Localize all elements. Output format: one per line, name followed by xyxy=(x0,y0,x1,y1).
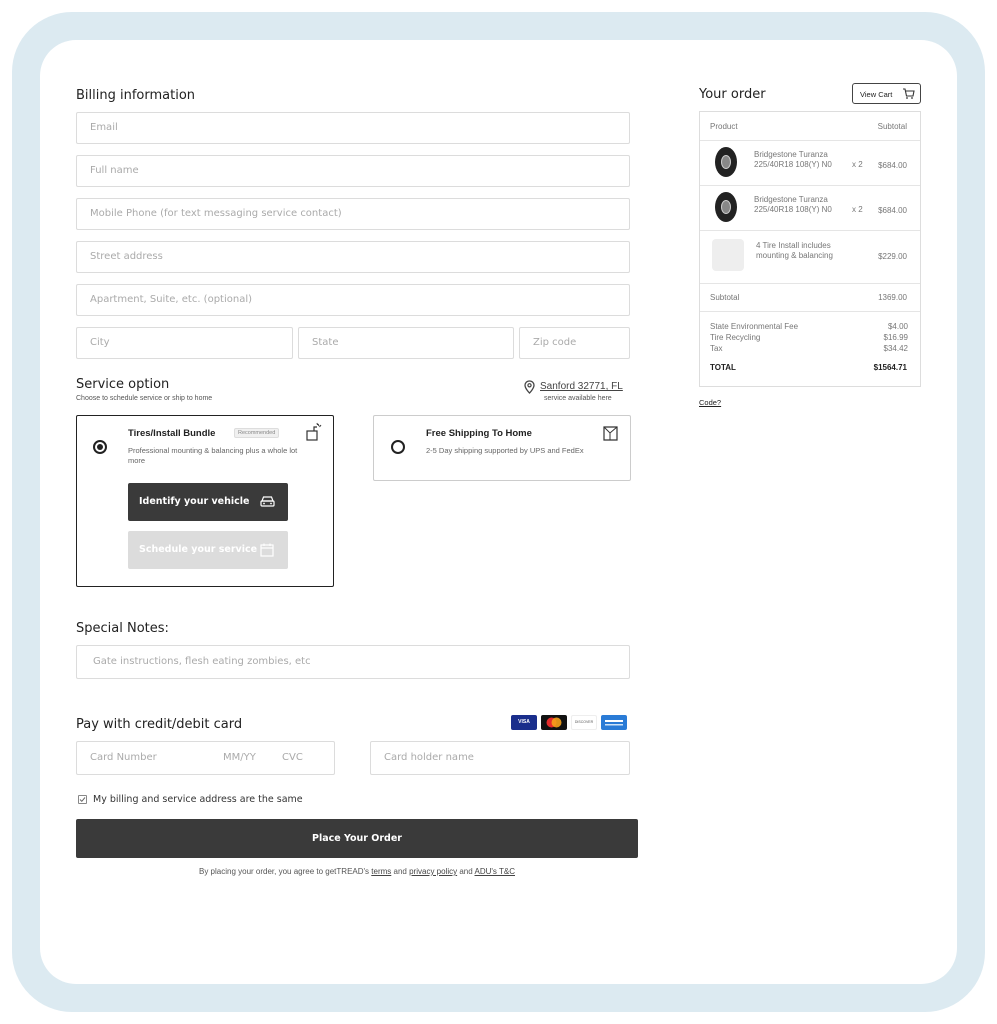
place-order-button[interactable]: Place Your Order xyxy=(76,819,638,858)
item-price: $684.00 xyxy=(878,161,907,170)
fees-list: State Environmental Fee $4.00 Tire Recyc… xyxy=(710,321,908,354)
col-product: Product xyxy=(710,122,738,131)
street-field[interactable]: Street address xyxy=(76,241,630,273)
subtotal-value: 1369.00 xyxy=(878,293,907,302)
phone-field[interactable]: Mobile Phone (for text messaging service… xyxy=(76,198,630,230)
terms-link[interactable]: terms xyxy=(371,867,391,876)
location-link[interactable]: Sanford 32771, FL xyxy=(540,381,623,392)
privacy-link[interactable]: privacy policy xyxy=(409,867,457,876)
option-install-desc: Professional mounting & balancing plus a… xyxy=(128,446,298,465)
visa-card-icon: VISA xyxy=(511,715,537,730)
cart-icon xyxy=(902,87,915,102)
item-name: Bridgestone Turanza 225/40R18 108(Y) N0 xyxy=(754,150,832,169)
payment-title: Pay with credit/debit card xyxy=(76,717,243,732)
legal-and-2: and xyxy=(459,867,473,876)
fee-value: $4.00 xyxy=(887,322,908,331)
city-field[interactable]: City xyxy=(76,327,293,359)
fee-row: Tire Recycling $16.99 xyxy=(710,332,908,343)
fee-value: $16.99 xyxy=(883,333,908,342)
fee-row: Tax $34.42 xyxy=(710,343,908,354)
subtotal-label: Subtotal xyxy=(710,293,740,302)
legal-and-1: and xyxy=(393,867,407,876)
item-qty: x 2 xyxy=(852,160,863,169)
item-name: Bridgestone Turanza 225/40R18 108(Y) N0 xyxy=(754,195,832,214)
fee-label: Tire Recycling xyxy=(710,333,761,342)
apartment-field[interactable]: Apartment, Suite, etc. (optional) xyxy=(76,284,630,316)
card-holder-field[interactable]: Card holder name xyxy=(370,741,630,775)
promo-code-link[interactable]: Code? xyxy=(699,398,721,407)
billing-title: Billing information xyxy=(76,88,196,103)
recommended-badge: Recommended xyxy=(234,428,280,438)
tire-icon xyxy=(715,147,737,177)
schedule-service-button[interactable]: Schedule your service xyxy=(128,531,288,569)
amex-card-icon xyxy=(601,715,627,730)
discover-card-icon: DISCOVER xyxy=(571,715,597,730)
expiry-placeholder: MM/YY xyxy=(223,752,256,763)
item-price: $684.00 xyxy=(878,206,907,215)
schedule-service-label: Schedule your service xyxy=(139,544,258,555)
install-service-image xyxy=(712,239,744,271)
fee-label: Tax xyxy=(710,344,723,353)
view-cart-button[interactable]: View Cart xyxy=(852,83,921,104)
identify-vehicle-label: Identify your vehicle xyxy=(139,496,250,507)
card-details-field[interactable]: Card Number MM/YY CVC xyxy=(76,741,335,775)
zip-field[interactable]: Zip code xyxy=(519,327,630,359)
order-summary: Product Subtotal Bridgestone Turanza 225… xyxy=(699,111,921,387)
calendar-icon xyxy=(260,543,274,560)
state-field[interactable]: State xyxy=(298,327,514,359)
option-install-title: Tires/Install Bundle xyxy=(128,428,216,439)
radio-ship-home[interactable] xyxy=(391,440,405,454)
same-address-checkbox[interactable] xyxy=(78,795,87,804)
adu-terms-link[interactable]: ADU's T&C xyxy=(475,867,516,876)
service-title: Service option xyxy=(76,377,170,392)
radio-install-bundle[interactable] xyxy=(93,440,107,454)
order-item-row: Bridgestone Turanza 225/40R18 108(Y) N0 … xyxy=(700,140,920,186)
cvc-placeholder: CVC xyxy=(282,752,303,763)
option-ship-title: Free Shipping To Home xyxy=(426,428,532,439)
location-note: service available here xyxy=(544,395,612,402)
view-cart-label: View Cart xyxy=(860,90,893,99)
identify-vehicle-button[interactable]: Identify your vehicle xyxy=(128,483,288,521)
card-number-placeholder: Card Number xyxy=(90,752,157,763)
legal-text: By placing your order, you agree to getT… xyxy=(0,867,714,876)
order-title: Your order xyxy=(699,87,766,102)
location-pin-icon xyxy=(523,380,536,394)
order-header-row: Product Subtotal xyxy=(700,112,920,141)
total-label: TOTAL xyxy=(710,363,736,372)
order-item-row: 4 Tire Install includes mounting & balan… xyxy=(700,230,920,284)
install-icon xyxy=(305,422,323,442)
fee-value: $34.42 xyxy=(883,344,908,353)
service-subtitle: Choose to schedule service or ship to ho… xyxy=(76,395,213,402)
shipping-box-icon xyxy=(601,424,621,444)
col-subtotal: Subtotal xyxy=(877,122,907,131)
option-ship-desc: 2-5 Day shipping supported by UPS and Fe… xyxy=(426,446,584,455)
fee-row: State Environmental Fee $4.00 xyxy=(710,321,908,332)
email-field[interactable]: Email xyxy=(76,112,630,144)
mastercard-icon xyxy=(541,715,567,730)
item-price: $229.00 xyxy=(878,252,907,261)
same-address-label: My billing and service address are the s… xyxy=(93,794,303,805)
order-item-row: Bridgestone Turanza 225/40R18 108(Y) N0 … xyxy=(700,185,920,231)
car-icon xyxy=(260,495,275,511)
total-value: $1564.71 xyxy=(873,363,907,372)
legal-prefix: By placing your order, you agree to getT… xyxy=(198,867,370,876)
fullname-field[interactable]: Full name xyxy=(76,155,630,187)
item-qty: x 2 xyxy=(852,205,863,214)
fee-label: State Environmental Fee xyxy=(710,322,799,331)
item-name: 4 Tire Install includes mounting & balan… xyxy=(756,241,833,260)
tire-icon xyxy=(715,192,737,222)
notes-field[interactable]: Gate instructions, flesh eating zombies,… xyxy=(76,645,630,679)
notes-title: Special Notes: xyxy=(76,621,169,636)
subtotal-row: Subtotal 1369.00 xyxy=(700,283,920,312)
